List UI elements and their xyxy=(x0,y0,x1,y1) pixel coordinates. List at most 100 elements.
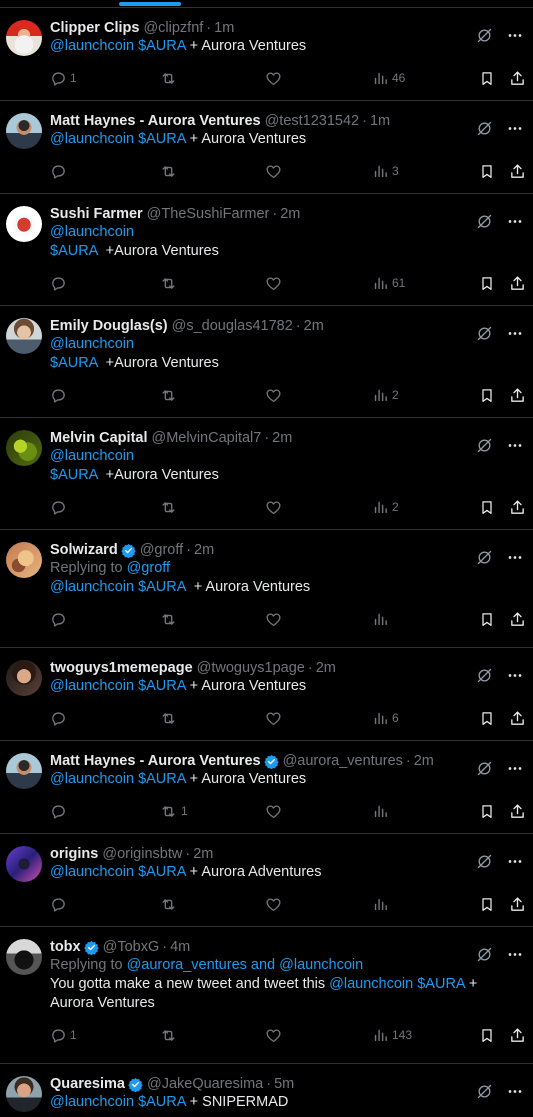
more-icon[interactable] xyxy=(507,120,523,137)
share-button[interactable] xyxy=(509,373,526,417)
mention-link[interactable]: @launchcoin xyxy=(50,336,134,352)
share-button[interactable] xyxy=(509,1112,526,1117)
like-button[interactable] xyxy=(265,261,282,305)
author-handle[interactable]: @originsbtw xyxy=(102,846,182,862)
author-name[interactable]: Quaresima xyxy=(50,1076,125,1092)
timestamp[interactable]: 1m xyxy=(370,113,390,129)
like-button[interactable] xyxy=(265,56,282,100)
share-button[interactable] xyxy=(509,597,526,641)
bookmark-button[interactable] xyxy=(479,597,495,641)
views-button[interactable]: 2 xyxy=(372,485,399,529)
more-icon[interactable] xyxy=(507,437,523,454)
grok-icon[interactable] xyxy=(476,27,493,44)
views-button[interactable] xyxy=(372,1112,389,1117)
author-name[interactable]: Sushi Farmer xyxy=(50,206,143,222)
reply-button[interactable]: 1 xyxy=(50,56,77,100)
share-button[interactable] xyxy=(509,261,526,305)
author-name[interactable]: tobx xyxy=(50,939,81,955)
reply-button[interactable] xyxy=(50,882,67,926)
avatar[interactable] xyxy=(6,20,42,56)
avatar[interactable] xyxy=(6,939,42,975)
timestamp[interactable]: 2m xyxy=(194,542,214,558)
author-handle[interactable]: @clipzfnf xyxy=(143,20,203,36)
timestamp[interactable]: 2m xyxy=(316,660,336,676)
avatar[interactable] xyxy=(6,113,42,149)
views-button[interactable] xyxy=(372,597,389,641)
more-icon[interactable] xyxy=(507,213,523,230)
grok-icon[interactable] xyxy=(476,325,493,342)
more-icon[interactable] xyxy=(507,667,523,684)
mention-link[interactable]: @launchcoin xyxy=(50,224,134,240)
mention-link[interactable]: @launchcoin $AURA xyxy=(50,864,186,880)
tweet-10[interactable]: tobx @TobxG · 4m Replying to @aurora_venture… xyxy=(0,927,533,1064)
more-icon[interactable] xyxy=(507,27,523,44)
author-handle[interactable]: @TheSushiFarmer xyxy=(147,206,270,222)
grok-icon[interactable] xyxy=(476,437,493,454)
avatar[interactable] xyxy=(6,753,42,789)
like-button[interactable] xyxy=(265,882,282,926)
reply-button[interactable] xyxy=(50,261,67,305)
views-button[interactable]: 3 xyxy=(372,149,399,193)
share-button[interactable] xyxy=(509,882,526,926)
grok-icon[interactable] xyxy=(476,946,493,963)
reply-button[interactable] xyxy=(50,1112,67,1117)
reply-button[interactable] xyxy=(50,696,67,740)
author-name[interactable]: Matt Haynes - Aurora Ventures xyxy=(50,113,261,129)
more-icon[interactable] xyxy=(507,549,523,566)
tweet-2[interactable]: Matt Haynes - Aurora Ventures @test123154… xyxy=(0,101,533,194)
views-button[interactable]: 143 xyxy=(372,1013,412,1057)
more-icon[interactable] xyxy=(507,1083,523,1100)
timestamp[interactable]: 2m xyxy=(280,206,300,222)
views-button[interactable]: 46 xyxy=(372,56,405,100)
reply-button[interactable] xyxy=(50,789,67,833)
retweet-button[interactable] xyxy=(159,373,178,417)
like-button[interactable] xyxy=(265,696,282,740)
share-button[interactable] xyxy=(509,485,526,529)
retweet-button[interactable] xyxy=(159,597,178,641)
timestamp[interactable]: 2m xyxy=(414,753,434,769)
replying-to-link[interactable]: @groff xyxy=(127,560,170,576)
like-button[interactable] xyxy=(265,789,282,833)
author-name[interactable]: twoguys1memepage xyxy=(50,660,193,676)
bookmark-button[interactable] xyxy=(479,56,495,100)
timestamp[interactable]: 4m xyxy=(170,939,190,955)
mention-link[interactable]: @launchcoin $AURA xyxy=(50,678,186,694)
timestamp[interactable]: 2m xyxy=(272,430,292,446)
mention-link[interactable]: @launchcoin xyxy=(50,448,134,464)
like-button[interactable] xyxy=(265,485,282,529)
author-handle[interactable]: @twoguys1page xyxy=(197,660,305,676)
author-handle[interactable]: @TobxG xyxy=(103,939,160,955)
tweet-8[interactable]: Matt Haynes - Aurora Ventures @aurora_ven… xyxy=(0,741,533,834)
mention-link[interactable]: @launchcoin $AURA xyxy=(50,771,186,787)
bookmark-button[interactable] xyxy=(479,149,495,193)
tweet-11[interactable]: Quaresima @JakeQuaresima · 5m @launchcoin $A… xyxy=(0,1064,533,1117)
like-button[interactable] xyxy=(265,373,282,417)
share-button[interactable] xyxy=(509,149,526,193)
views-button[interactable]: 61 xyxy=(372,261,405,305)
reply-button[interactable] xyxy=(50,597,67,641)
bookmark-button[interactable] xyxy=(479,373,495,417)
bookmark-button[interactable] xyxy=(479,696,495,740)
retweet-button[interactable] xyxy=(159,56,178,100)
avatar[interactable] xyxy=(6,1076,42,1112)
views-button[interactable]: 2 xyxy=(372,373,399,417)
author-handle[interactable]: @s_douglas41782 xyxy=(172,318,293,334)
author-name[interactable]: origins xyxy=(50,846,98,862)
views-button[interactable] xyxy=(372,789,389,833)
avatar[interactable] xyxy=(6,660,42,696)
mention-link[interactable]: $AURA xyxy=(50,355,98,371)
views-button[interactable] xyxy=(372,882,389,926)
bookmark-button[interactable] xyxy=(479,882,495,926)
avatar[interactable] xyxy=(6,206,42,242)
mention-link[interactable]: @launchcoin $AURA xyxy=(50,579,186,595)
retweet-button[interactable] xyxy=(159,1013,178,1057)
mention-link[interactable]: $AURA xyxy=(50,243,98,259)
author-name[interactable]: Clipper Clips xyxy=(50,20,139,36)
retweet-button[interactable] xyxy=(159,485,178,529)
retweet-button[interactable]: 1 xyxy=(159,789,188,833)
grok-icon[interactable] xyxy=(476,213,493,230)
reply-button[interactable] xyxy=(50,149,67,193)
avatar[interactable] xyxy=(6,318,42,354)
mention-link[interactable]: $AURA xyxy=(50,467,98,483)
like-button[interactable] xyxy=(265,149,282,193)
